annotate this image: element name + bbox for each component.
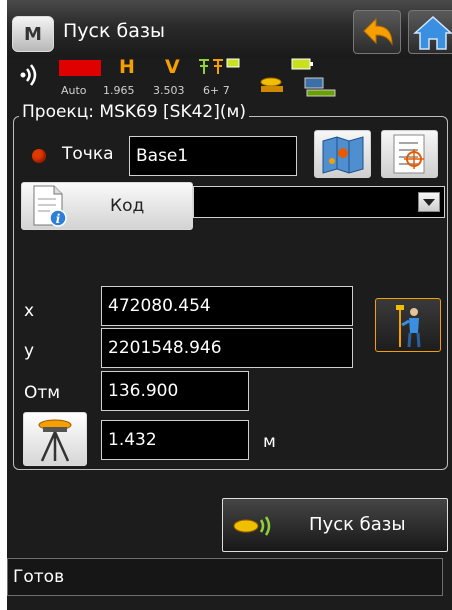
v-precision-letter: V xyxy=(165,56,180,78)
title-bar: M Пуск базы xyxy=(7,0,452,58)
point-name-field[interactable]: Base1 xyxy=(129,136,297,176)
dropdown-arrow-icon[interactable] xyxy=(418,192,440,212)
elevation-label: Отм xyxy=(24,383,61,403)
y-value: 2201548.946 xyxy=(108,338,222,358)
projection-label: Проекц: MSK69 [SK42](м) xyxy=(19,102,249,122)
status-text: Готов xyxy=(13,567,65,587)
point-status-indicator xyxy=(32,149,46,163)
satellite-count: 6+ 7 xyxy=(203,84,230,97)
surveyor-icon xyxy=(396,305,421,348)
point-list-button[interactable] xyxy=(381,130,438,178)
solution-status-bar[interactable] xyxy=(59,60,101,76)
status-bar: Готов xyxy=(7,558,443,596)
x-label: x xyxy=(24,301,35,321)
point-name-value: Base1 xyxy=(136,146,189,166)
map-icon xyxy=(322,136,364,174)
controller-link-icon[interactable] xyxy=(303,74,337,98)
point-list-icon xyxy=(393,134,425,174)
v-precision-value: 3.503 xyxy=(153,84,185,97)
h-precision-value: 1.965 xyxy=(103,84,135,97)
code-button[interactable]: i Код xyxy=(21,182,193,230)
base-receiver-icon[interactable] xyxy=(255,76,289,96)
start-base-label: Пуск базы xyxy=(309,514,406,535)
radio-signal-icon[interactable] xyxy=(19,62,43,88)
map-select-button[interactable] xyxy=(314,130,371,178)
antenna-height-button[interactable] xyxy=(23,412,87,466)
antenna-height-unit: м xyxy=(263,432,276,452)
measure-point-button[interactable] xyxy=(375,298,441,352)
gnss-status-row: H V Auto 1.965 3.503 6+ 7 xyxy=(7,56,452,102)
menu-label: M xyxy=(24,23,42,45)
base-transmit-icon xyxy=(233,516,271,536)
undo-arrow-icon xyxy=(363,17,393,46)
battery-icon[interactable] xyxy=(291,58,315,72)
solution-mode-text: Auto xyxy=(61,84,87,97)
y-field[interactable]: 2201548.946 xyxy=(101,328,353,368)
antenna-height-value: 1.432 xyxy=(108,430,157,450)
home-button[interactable] xyxy=(408,10,452,54)
point-label: Точка xyxy=(62,144,114,164)
menu-button[interactable]: M xyxy=(12,16,54,52)
h-precision-letter: H xyxy=(119,56,135,78)
elevation-value: 136.900 xyxy=(108,381,179,401)
satellite-icon[interactable] xyxy=(197,56,241,78)
svg-text:i: i xyxy=(56,212,61,226)
back-button[interactable] xyxy=(353,10,401,54)
app-screen: M Пуск базы H V Auto 1.965 3.503 6+ 7 Пр… xyxy=(7,0,452,610)
antenna-height-field[interactable]: 1.432 xyxy=(101,420,249,460)
y-label: y xyxy=(24,341,35,361)
code-dropdown[interactable] xyxy=(193,186,445,218)
x-value: 472080.454 xyxy=(108,296,211,316)
start-base-button[interactable]: Пуск базы xyxy=(222,498,448,552)
home-icon xyxy=(413,15,452,50)
antenna-tripod-icon xyxy=(38,419,72,462)
elevation-field[interactable]: 136.900 xyxy=(101,371,249,411)
code-button-label: Код xyxy=(110,196,145,216)
page-title: Пуск базы xyxy=(63,20,165,42)
code-info-icon: i xyxy=(33,185,67,227)
x-field[interactable]: 472080.454 xyxy=(101,286,353,326)
